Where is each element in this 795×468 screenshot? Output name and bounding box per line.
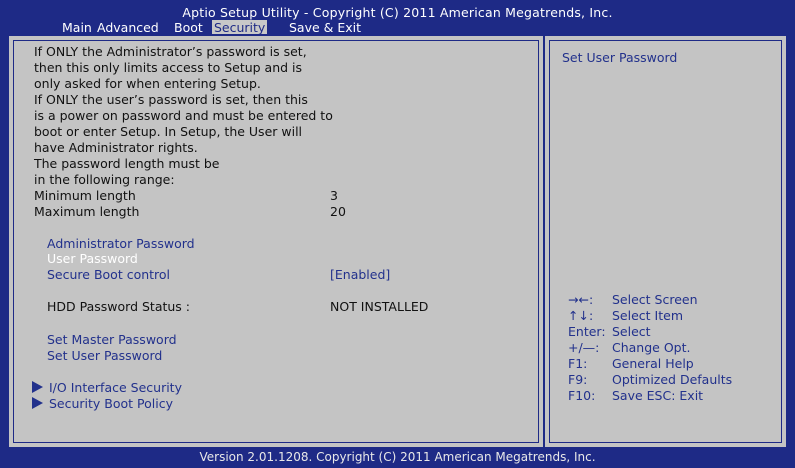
tab-security[interactable]: Security xyxy=(212,20,268,35)
info-line: If ONLY the user’s password is set, then… xyxy=(34,92,308,107)
info-line: in the following range: xyxy=(34,172,175,187)
info-line: The password length must be xyxy=(34,156,220,171)
key-hint-change: +/—: Change Opt. xyxy=(568,340,691,355)
key-hint-f10: F10: Save ESC: Exit xyxy=(568,388,704,403)
hdd-password-status-label: HDD Password Status : xyxy=(47,299,190,314)
key-hint-select-item: ↑↓: Select Item xyxy=(568,308,683,323)
help-title: Set User Password xyxy=(562,50,678,65)
key-hint-f1: F1: General Help xyxy=(568,356,694,371)
app-title: Aptio Setup Utility - Copyright (C) 2011… xyxy=(182,5,613,20)
tab-advanced[interactable]: Advanced xyxy=(95,20,161,35)
submenu-triangle-icon xyxy=(32,381,43,393)
key-hint-f9: F9: Optimized Defaults xyxy=(568,372,733,387)
menu-bar: Main Advanced Boot Security Save & Exit xyxy=(0,20,795,35)
info-line: only asked for when entering Setup. xyxy=(34,76,261,91)
min-length-value: 3 xyxy=(330,188,338,203)
key-hint-enter: Enter: Select xyxy=(568,324,651,339)
io-interface-security-label: I/O Interface Security xyxy=(49,380,182,395)
administrator-password-item[interactable]: Administrator Password xyxy=(47,236,195,251)
info-line: If ONLY the Administrator’s password is … xyxy=(34,44,307,59)
left-right-arrows-icon: →←: xyxy=(568,292,594,307)
info-line: have Administrator rights. xyxy=(34,140,198,155)
io-interface-security-item[interactable]: I/O Interface Security xyxy=(32,380,182,395)
hdd-password-status-value: NOT INSTALLED xyxy=(330,299,429,314)
security-boot-policy-label: Security Boot Policy xyxy=(49,396,174,411)
tab-save-exit[interactable]: Save & Exit xyxy=(287,20,363,35)
info-line: boot or enter Setup. In Setup, the User … xyxy=(34,124,303,139)
security-boot-policy-item[interactable]: Security Boot Policy xyxy=(32,396,173,411)
max-length-value: 20 xyxy=(330,204,346,219)
tab-boot[interactable]: Boot xyxy=(172,20,205,35)
info-line: is a power on password and must be enter… xyxy=(34,108,333,123)
tab-main[interactable]: Main xyxy=(60,20,94,35)
submenu-triangle-icon xyxy=(32,397,43,409)
up-down-arrows-icon: ↑↓: xyxy=(568,308,594,323)
min-length-label: Minimum length xyxy=(34,188,136,203)
info-line: then this only limits access to Setup an… xyxy=(34,60,303,75)
secure-boot-control-item[interactable]: Secure Boot control xyxy=(47,267,170,282)
bios-frame: Aptio Setup Utility - Copyright (C) 2011… xyxy=(0,0,795,468)
key-hint-select-screen: →←: Select Screen xyxy=(568,292,698,307)
footer-version: Version 2.01.1208. Copyright (C) 2011 Am… xyxy=(199,450,596,464)
max-length-label: Maximum length xyxy=(34,204,140,219)
set-master-password-item[interactable]: Set Master Password xyxy=(47,332,177,347)
set-user-password-item[interactable]: Set User Password xyxy=(47,348,162,363)
user-password-item[interactable]: User Password xyxy=(47,251,138,266)
secure-boot-control-value[interactable]: [Enabled] xyxy=(330,267,390,282)
